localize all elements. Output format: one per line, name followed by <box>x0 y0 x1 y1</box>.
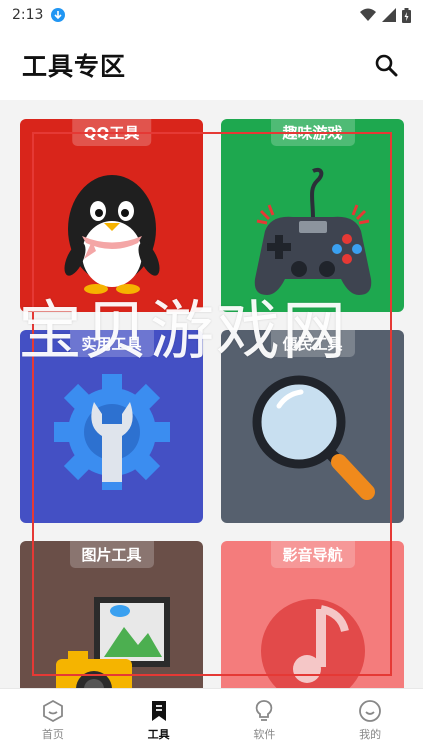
card-convenience-tools[interactable]: 便民工具 <box>221 330 404 523</box>
search-icon <box>375 54 398 77</box>
status-bar: 2:13 <box>0 0 423 30</box>
card-label: 实用工具 <box>69 330 154 357</box>
bottom-tab-bar: 首页 工具 软件 我的 <box>0 688 423 752</box>
card-label: QQ工具 <box>71 119 152 146</box>
tab-software[interactable]: 软件 <box>212 689 318 752</box>
card-qq-tools[interactable]: QQ工具 <box>20 119 203 312</box>
page-title: 工具专区 <box>22 52 127 81</box>
tab-label: 首页 <box>41 728 64 741</box>
smile-icon <box>359 700 382 722</box>
home-icon <box>42 699 63 723</box>
card-label: 影音导航 <box>270 541 355 568</box>
header: 工具专区 <box>0 30 423 100</box>
card-fun-games[interactable]: 趣味游戏 <box>221 119 404 312</box>
card-utility-tools[interactable]: 实用工具 <box>20 330 203 523</box>
card-label: 便民工具 <box>270 330 355 357</box>
tab-mine[interactable]: 我的 <box>317 689 423 752</box>
bulb-icon <box>256 700 273 721</box>
status-time: 2:13 <box>12 7 44 23</box>
wrench-gear-icon <box>54 374 170 490</box>
card-media-navigation[interactable]: 影音导航 <box>221 541 404 688</box>
tab-label: 软件 <box>253 728 276 741</box>
tab-tools[interactable]: 工具 <box>106 689 212 752</box>
card-image-tools[interactable]: 图片工具 <box>20 541 203 688</box>
card-label: 趣味游戏 <box>270 119 355 146</box>
search-button[interactable] <box>371 50 401 80</box>
tab-label: 我的 <box>359 728 382 741</box>
battery-icon <box>402 7 411 23</box>
penguin-icon <box>64 175 160 294</box>
magnifier-icon <box>252 375 375 500</box>
tab-label: 工具 <box>147 728 170 741</box>
download-icon <box>51 8 66 22</box>
tab-home[interactable]: 首页 <box>0 689 106 752</box>
gamepad-icon <box>254 167 372 295</box>
wifi-icon <box>360 8 376 21</box>
signal-icon <box>382 8 396 22</box>
card-label: 图片工具 <box>69 541 154 568</box>
bookmark-icon <box>151 701 166 721</box>
tool-grid: QQ工具 趣味游戏 实用工具 便民工具 图片工具 影音导航 <box>0 100 423 688</box>
status-icons <box>360 7 411 23</box>
